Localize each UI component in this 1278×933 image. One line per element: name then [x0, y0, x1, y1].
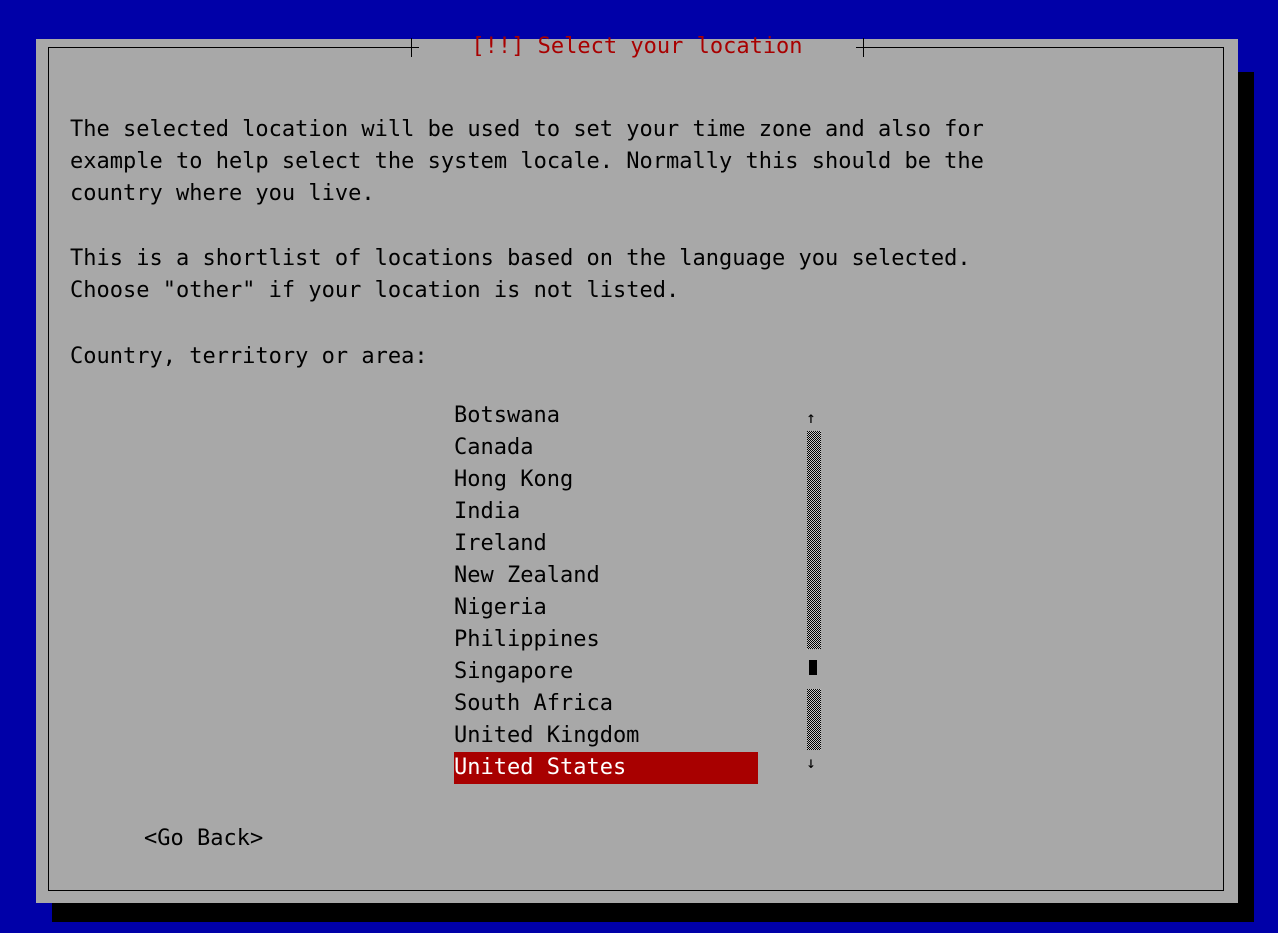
- description-text: The selected location will be used to se…: [70, 117, 984, 206]
- country-prompt: Country, territory or area:: [70, 344, 428, 369]
- dialog-frame: [!!] Select your location The selected l…: [48, 34, 1224, 891]
- country-option-south-africa[interactable]: South Africa: [454, 688, 758, 720]
- country-option-nigeria[interactable]: Nigeria: [454, 592, 758, 624]
- country-option-singapore[interactable]: Singapore: [454, 656, 758, 688]
- scrollbar-track-upper[interactable]: [807, 431, 821, 649]
- country-listbox[interactable]: Botswana Canada Hong Kong India Ireland …: [454, 400, 821, 785]
- country-option-hong-kong[interactable]: Hong Kong: [454, 464, 758, 496]
- shortlist-note: This is a shortlist of locations based o…: [70, 246, 971, 303]
- go-back-button[interactable]: <Go Back>: [144, 823, 263, 855]
- title-bracket-right: [856, 38, 864, 57]
- country-option-philippines[interactable]: Philippines: [454, 624, 758, 656]
- country-option-canada[interactable]: Canada: [454, 432, 758, 464]
- country-option-botswana[interactable]: Botswana: [454, 400, 758, 432]
- dialog-title: [!!] Select your location: [471, 34, 803, 59]
- country-option-united-states[interactable]: United States: [454, 752, 758, 784]
- scroll-up-icon[interactable]: ↑: [805, 408, 817, 428]
- country-option-new-zealand[interactable]: New Zealand: [454, 560, 758, 592]
- scroll-down-icon[interactable]: ↓: [805, 753, 817, 773]
- installer-dialog: [!!] Select your location The selected l…: [36, 34, 1238, 903]
- country-option-united-kingdom[interactable]: United Kingdom: [454, 720, 758, 752]
- scrollbar-track-lower[interactable]: [807, 689, 821, 750]
- country-option-india[interactable]: India: [454, 496, 758, 528]
- country-option-ireland[interactable]: Ireland: [454, 528, 758, 560]
- scrollbar-thumb[interactable]: [809, 660, 817, 675]
